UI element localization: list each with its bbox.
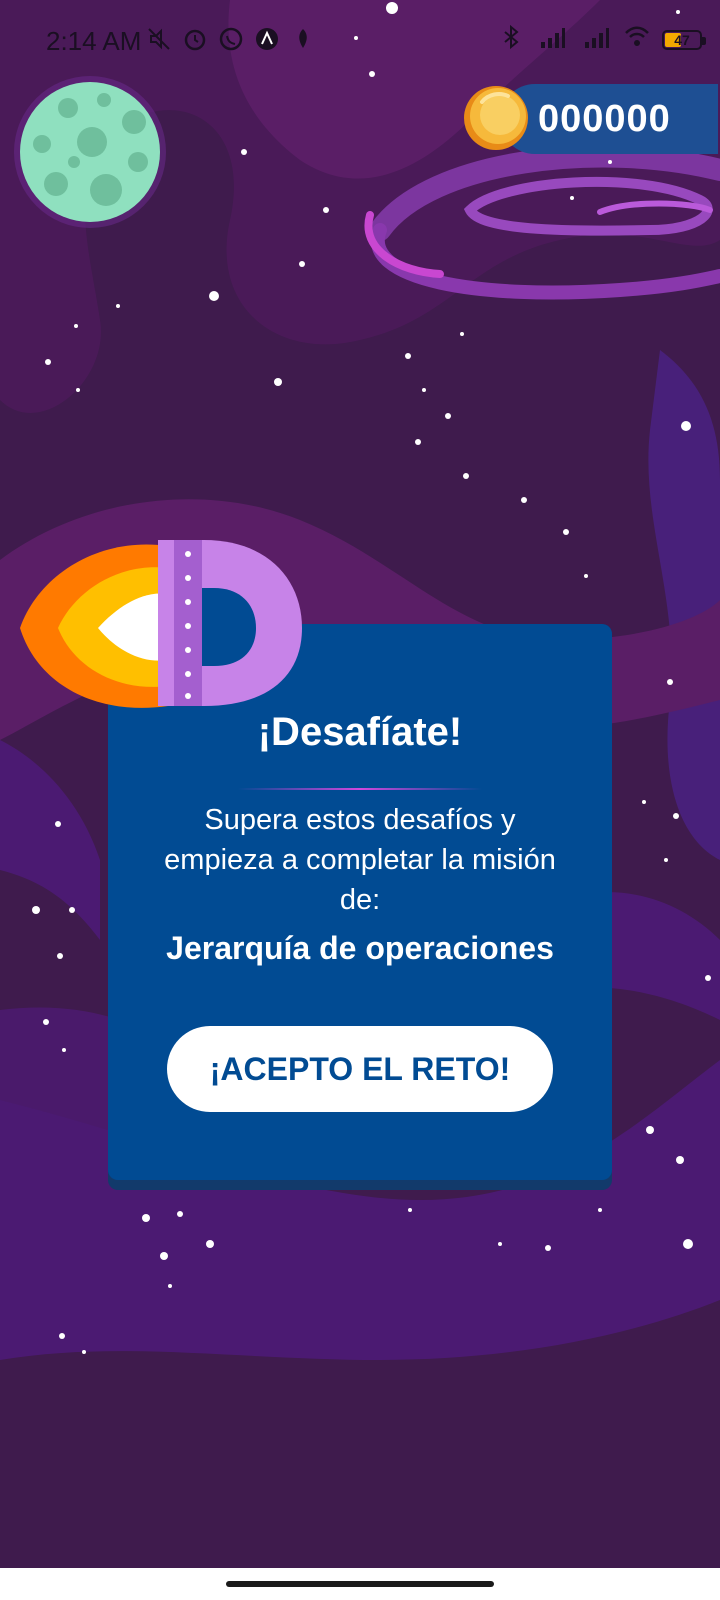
- coin-count: 000000: [538, 98, 671, 140]
- mute-icon: [148, 28, 170, 50]
- rocket-letter-d-icon: [20, 540, 302, 708]
- challenge-description: Supera estos desafíos y empieza a comple…: [164, 804, 556, 916]
- signal-icon: [541, 28, 565, 48]
- whatsapp-icon: [219, 27, 243, 51]
- title-divider: [238, 788, 482, 790]
- bluetooth-icon: [504, 24, 519, 50]
- accept-challenge-button[interactable]: ¡ACEPTO EL RETO!: [167, 1026, 553, 1112]
- battery-icon: 47: [662, 30, 706, 50]
- mission-name: Jerarquía de operaciones: [166, 930, 554, 966]
- status-time: 2:14 AM: [46, 26, 142, 56]
- status-bar: 2:14 AM 47: [0, 0, 720, 80]
- status-icons-left: [146, 26, 316, 52]
- app-icon: [256, 28, 278, 50]
- wifi-icon: [625, 26, 649, 46]
- status-icons-right: [498, 24, 650, 50]
- challenge-title: ¡Desafíate!: [257, 710, 463, 754]
- home-indicator[interactable]: [226, 1581, 494, 1587]
- coin-icon: [464, 86, 528, 150]
- signal-icon: [585, 28, 609, 48]
- coin-counter: 000000: [500, 84, 718, 154]
- battery-level: 47: [674, 32, 690, 48]
- planet-icon: [14, 76, 166, 228]
- notification-icon: [299, 29, 307, 48]
- battery-tip: [702, 37, 706, 45]
- alarm-icon: [184, 29, 206, 51]
